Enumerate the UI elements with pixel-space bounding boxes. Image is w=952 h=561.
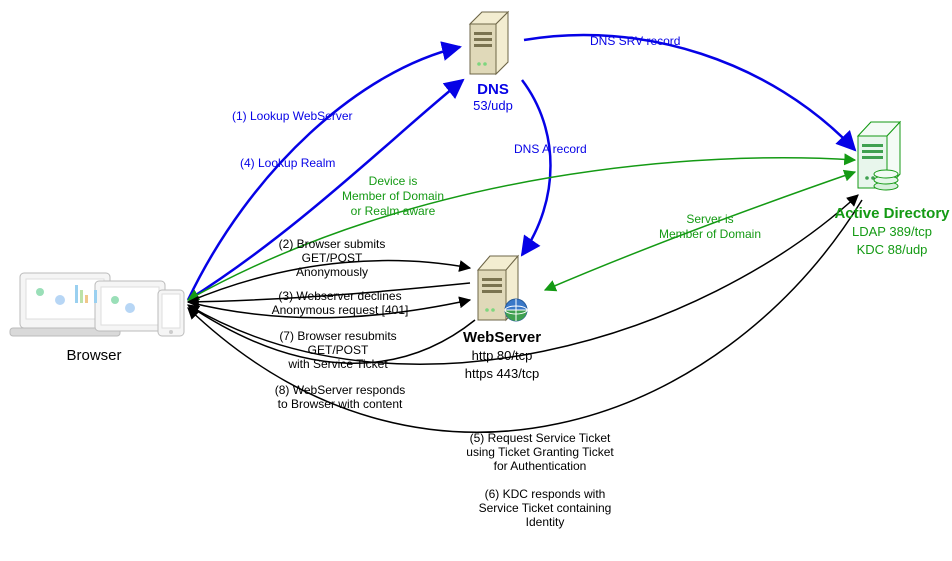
label-step7-a: (7) Browser resubmits — [279, 329, 396, 343]
label-step2-b: GET/POST — [302, 251, 363, 265]
label-server-domain-2: Member of Domain — [659, 227, 761, 241]
label-step2-c: Anonymously — [296, 265, 368, 279]
label-step2-a: (2) Browser submits — [279, 237, 386, 251]
node-dns: DNS 53/udp — [470, 12, 513, 113]
node-active-directory: Active Directory LDAP 389/tcp KDC 88/udp — [834, 122, 950, 257]
web-sub1: http 80/tcp — [472, 348, 533, 363]
label-lookup-webserver: (1) Lookup WebServer — [232, 109, 353, 123]
web-sub2: https 443/tcp — [465, 366, 539, 381]
ad-sub1: LDAP 389/tcp — [852, 224, 932, 239]
web-title: WebServer — [463, 329, 541, 346]
label-device-domain-3: or Realm aware — [351, 204, 436, 218]
ad-title: Active Directory — [834, 205, 950, 222]
edge-dns-a — [522, 80, 551, 255]
label-step6-a: (6) KDC responds with — [485, 487, 606, 501]
label-device-domain-2: Member of Domain — [342, 189, 444, 203]
label-step7-c: with Service Ticket — [287, 357, 388, 371]
label-device-domain-1: Device is — [369, 174, 418, 188]
node-browser: Browser — [10, 273, 184, 364]
ad-sub2: KDC 88/udp — [857, 242, 928, 257]
label-step5-c: for Authentication — [494, 459, 587, 473]
label-server-domain-1: Server is — [686, 212, 733, 226]
label-step6-c: Identity — [526, 515, 565, 529]
label-step6-b: Service Ticket containing — [479, 501, 612, 515]
dns-sub1: 53/udp — [473, 98, 513, 113]
dns-title: DNS — [477, 81, 509, 98]
edge-dns-srv — [524, 35, 855, 150]
globe-icon — [505, 299, 527, 321]
label-step7-b: GET/POST — [308, 343, 369, 357]
label-lookup-realm: (4) Lookup Realm — [240, 156, 335, 170]
label-step3-b: Anonymous request [401] — [272, 303, 409, 317]
label-dns-srv: DNS SRV record — [590, 34, 680, 48]
label-step3-a: (3) Webserver declines — [278, 289, 401, 303]
node-webserver: WebServer http 80/tcp https 443/tcp — [463, 256, 541, 381]
browser-title: Browser — [66, 347, 121, 364]
label-step5-b: using Ticket Granting Ticket — [466, 445, 614, 459]
label-step8-b: to Browser with content — [278, 397, 403, 411]
label-step5-a: (5) Request Service Ticket — [470, 431, 611, 445]
label-dns-a: DNS A record — [514, 142, 587, 156]
